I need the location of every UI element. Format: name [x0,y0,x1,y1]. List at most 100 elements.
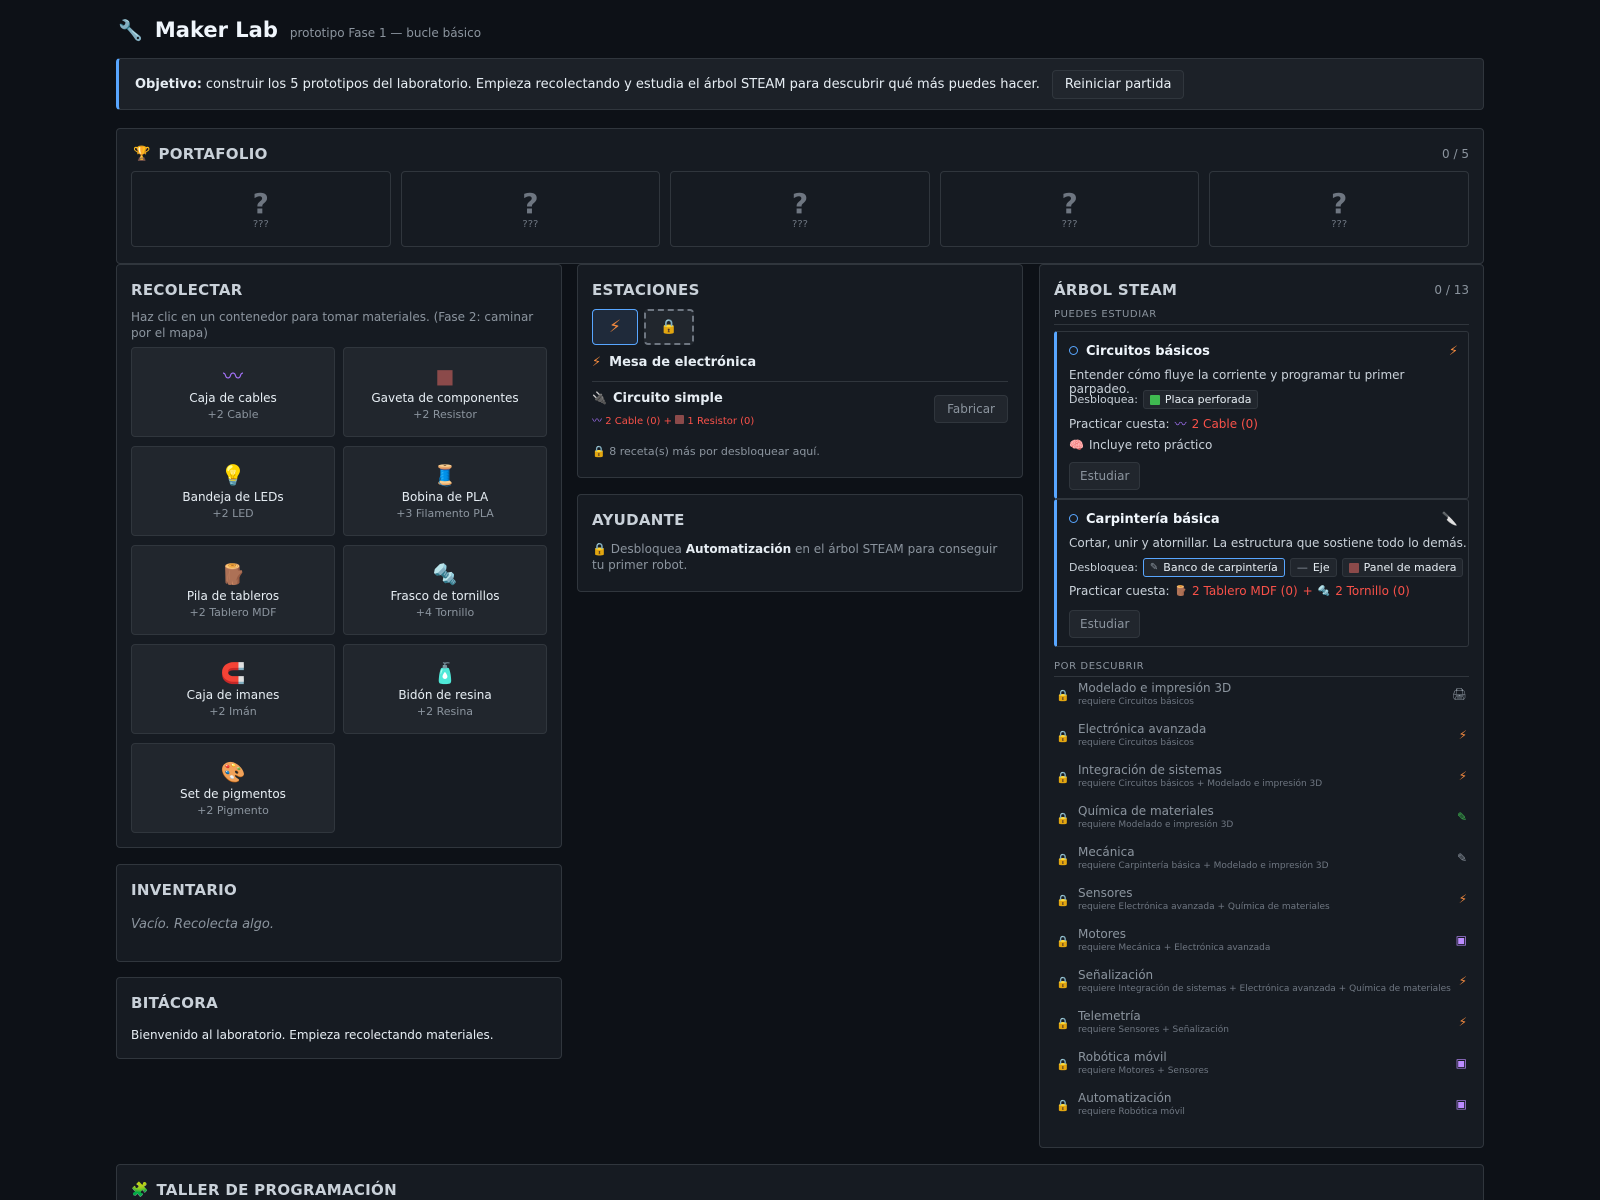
bulb-icon: 💡 [220,463,246,487]
lock-icon: 🔒 [1056,812,1070,825]
bolt-icon: ⚡ [1458,1015,1467,1029]
unlock-chip: Panel de madera [1341,558,1464,577]
station-tab-locked[interactable]: 🔒 [644,309,694,345]
node-cost: Practicar cuesta: 🪵 2 Tablero MDF (0) + … [1069,584,1410,598]
objective-label: Objetivo: [135,76,202,92]
helper-pre: Desbloquea [610,542,682,556]
perfboard-icon [1149,394,1160,405]
locked-tree-node: 🔒 Integración de sistemas requiere Circuit… [1054,763,1469,799]
container-name: Gaveta de componentes [371,391,519,405]
question-mark-icon: ? [1061,186,1078,220]
lock-icon: 🔒 [1056,894,1070,907]
locked-node-requirement: requiere Electrónica avanzada + Química … [1078,902,1330,912]
unlock-name: Panel de madera [1363,561,1457,574]
spool-icon: 🧵 [432,463,458,487]
locked-tree-node: 🔒 Modelado e impresión 3D requiere Circuit… [1054,681,1469,717]
collect-description: Haz clic en un contenedor para tomar mat… [131,310,534,340]
container-name: Frasco de tornillos [390,589,500,603]
lock-icon: 🔒 [1056,976,1070,989]
log-entry: Bienvenido al laboratorio. Empieza recol… [131,1028,494,1042]
unlock-chip: — Eje [1289,558,1337,577]
locked-tree-node: 🔒 Señalización requiere Integración de sis… [1054,968,1469,1004]
more-recipes-text: 8 receta(s) más por desbloquear aquí. [609,445,820,458]
container-card[interactable]: 🎨 Set de pigmentos +2 Pigmento [131,743,335,833]
question-mark-icon: ? [522,186,539,220]
status-circle-icon [1069,346,1078,355]
circuit-icon: 🔌 [592,391,607,405]
node-name: Circuitos básicos [1086,344,1210,359]
lock-icon: 🔒 [660,319,678,335]
station-tab-electronics[interactable]: ⚡ [592,309,638,345]
helper-title: AYUDANTE [592,511,685,529]
container-gain: +4 Tornillo [415,606,475,619]
locked-node-requirement: requiere Carpintería básica + Modelado e… [1078,861,1329,871]
container-card[interactable]: 🧵 Bobina de PLA +3 Filamento PLA [343,446,547,536]
container-card[interactable]: 🧲 Caja de imanes +2 Imán [131,644,335,734]
stations-panel: ESTACIONES ⚡ 🔒 ⚡ Mesa de electrónica 🔌 Cir… [577,264,1023,478]
portfolio-slot: ???? [400,171,661,247]
collect-title: RECOLECTAR [131,281,243,299]
cost-cable: 2 Cable (0) [605,416,661,427]
container-card[interactable]: 〰 Caja de cables +2 Cable [131,347,335,437]
study-button[interactable]: Estudiar [1069,462,1141,490]
locked-tree-node: 🔒 Electrónica avanzada requiere Circuitos … [1054,722,1469,758]
question-mark-icon: ? [252,186,269,220]
container-name: Caja de cables [189,391,277,405]
lock-icon: 🔒 [1056,853,1070,866]
robot-icon: ▣ [1455,1056,1467,1070]
objective-text: construir los 5 prototipos del laborator… [205,76,1040,92]
node-cost: Practicar cuesta: 〰 2 Cable (0) [1069,415,1258,432]
portfolio-panel: 🏆 PORTAFOLIO 0 / 5 ???? ???? ???? ???? ?… [116,128,1484,264]
locked-section-label: POR DESCUBRIR [1054,661,1469,677]
container-card[interactable]: ■ Gaveta de componentes +2 Resistor [343,347,547,437]
container-grid: 〰 Caja de cables +2 Cable ■ Gaveta de compon… [131,347,547,833]
craft-button[interactable]: Fabricar [934,395,1008,423]
magnet-icon: 🧲 [220,661,246,685]
container-name: Bidón de resina [398,688,492,702]
inventory-panel: INVENTARIO Vacío. Recolecta algo. [116,864,562,962]
container-gain: +2 Imán [209,705,257,718]
wood-panel-icon [1348,562,1359,573]
locked-node-requirement: requiere Motores + Sensores [1078,1066,1209,1076]
locked-node-requirement: requiere Modelado e impresión 3D [1078,820,1234,830]
portfolio-title: PORTAFOLIO [158,145,268,163]
wrench-icon: 🔧 [118,18,143,42]
programming-workshop-panel: 🧩 TALLER DE PROGRAMACIÓN [116,1164,1484,1200]
printer-icon: 🖨 [1451,687,1467,701]
slot-label: ??? [1061,218,1078,230]
locked-tree-node: 🔒 Motores requiere Mecánica + Electrónica … [1054,927,1469,963]
available-section-label: PUEDES ESTUDIAR [1054,309,1469,325]
station-name: Mesa de electrónica [609,355,757,370]
container-card[interactable]: 🧴 Bidón de resina +2 Resina [343,644,547,734]
app-subtitle: prototipo Fase 1 — bucle básico [289,26,482,40]
container-card[interactable]: 🪵 Pila de tableros +2 Tablero MDF [131,545,335,635]
reset-game-button[interactable]: Reiniciar partida [1051,69,1185,99]
study-button[interactable]: Estudiar [1069,610,1141,638]
container-name: Bandeja de LEDs [182,490,284,504]
lock-icon: 🔒 [592,445,606,458]
lock-icon: 🔒 [1056,1017,1070,1030]
bolt-icon: ⚡ [592,355,602,370]
saw-icon: ✎ [1456,851,1467,865]
container-card[interactable]: 🔩 Frasco de tornillos +4 Tornillo [343,545,547,635]
palette-icon: 🎨 [220,760,246,784]
axle-icon: — [1296,561,1308,574]
helper-panel: AYUDANTE 🔒 Desbloquea Automatización en … [577,494,1023,592]
bolt-icon: ⚡ [1448,344,1458,359]
unlock-name: Placa perforada [1164,393,1252,406]
bolt-icon: ⚡ [1458,728,1467,742]
puzzle-icon: 🧩 [131,1182,149,1198]
bolt-icon: ⚡ [1458,769,1467,783]
log-panel: BITÁCORA Bienvenido al laboratorio. Empi… [116,977,562,1059]
locked-tree-node: 🔒 Robótica móvil requiere Motores + Sensor… [1054,1050,1469,1086]
unlocks-label: Desbloquea: [1069,561,1138,574]
unlock-chip: Placa perforada [1142,390,1259,409]
slot-label: ??? [792,218,808,230]
current-station: ⚡ Mesa de electrónica [592,355,756,370]
unlocks-label: Desbloquea: [1069,393,1138,406]
container-card[interactable]: 💡 Bandeja de LEDs +2 LED [131,446,335,536]
cost-plus: + [1302,584,1313,598]
locked-node-requirement: requiere Sensores + Señalización [1078,1025,1229,1035]
screw-icon: 🔩 [1317,585,1331,597]
status-circle-icon [1069,514,1078,523]
